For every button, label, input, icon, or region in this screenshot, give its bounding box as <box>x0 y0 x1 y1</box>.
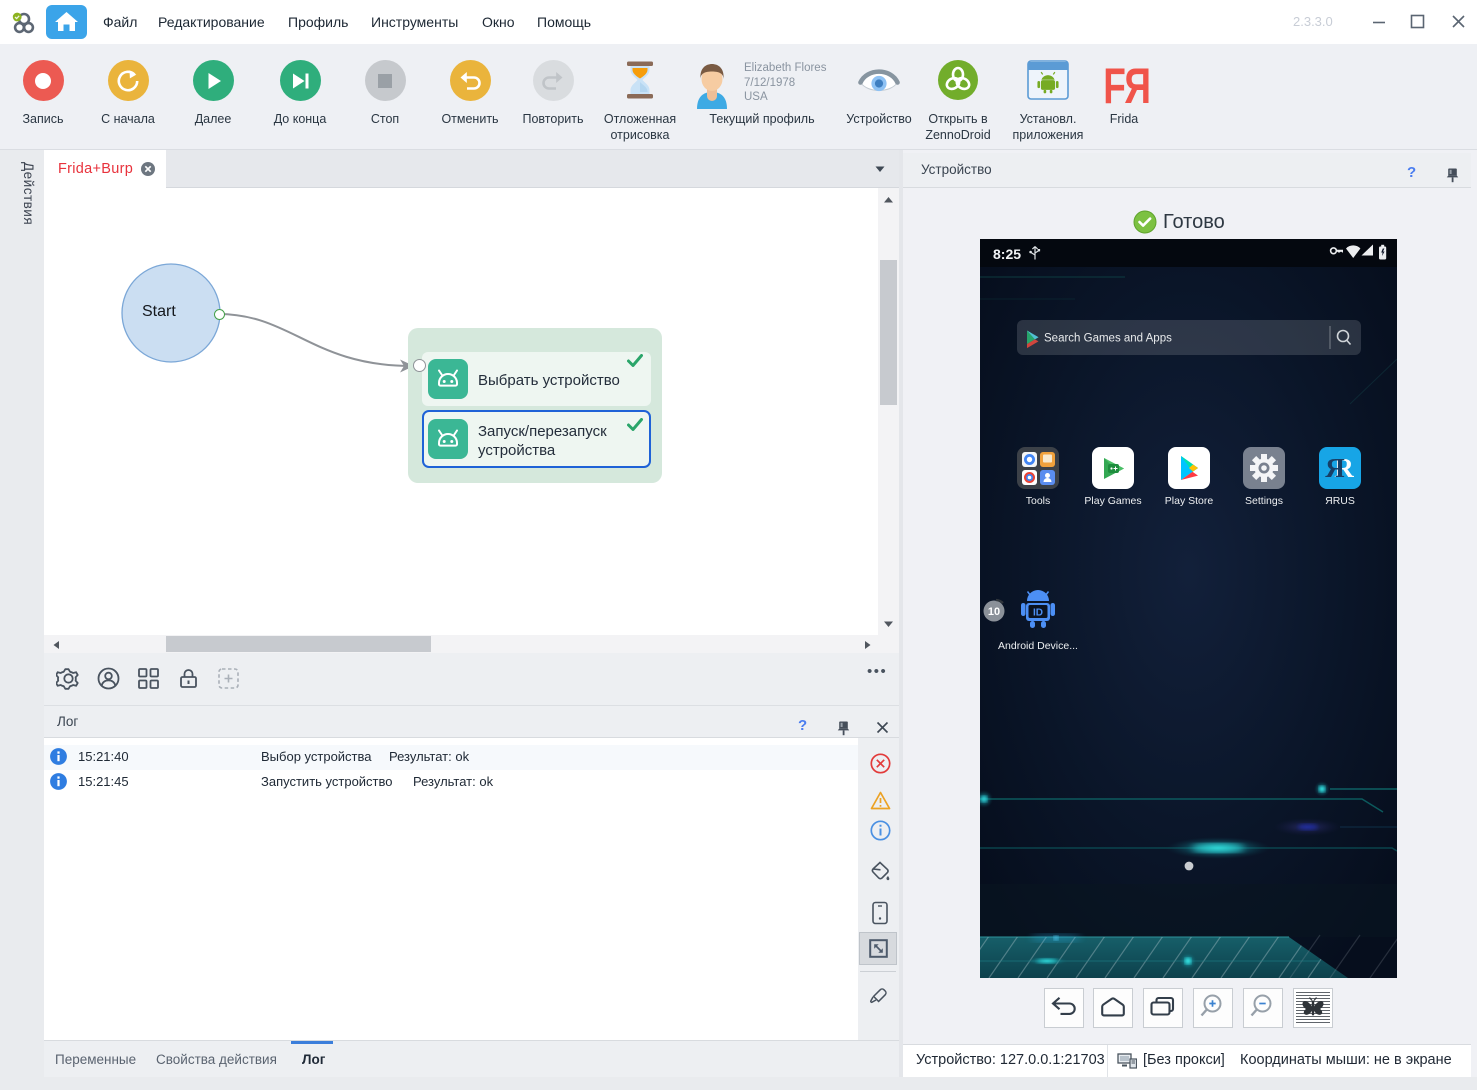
svg-text:8:25: 8:25 <box>993 246 1021 262</box>
svg-text:Android Device...: Android Device... <box>998 640 1078 652</box>
svg-text:10: 10 <box>988 606 1000 618</box>
svg-text:Search Games and Apps: Search Games and Apps <box>1044 333 1172 345</box>
svg-text:Play Store: Play Store <box>1165 495 1214 507</box>
svg-text:ЯRUS: ЯRUS <box>1325 495 1355 507</box>
svg-text:Tools: Tools <box>1026 495 1051 507</box>
svg-text:Play Games: Play Games <box>1084 495 1141 507</box>
svg-text:Я: Я <box>1325 453 1345 483</box>
svg-text:Settings: Settings <box>1245 495 1283 507</box>
svg-text:ID: ID <box>1033 608 1043 619</box>
